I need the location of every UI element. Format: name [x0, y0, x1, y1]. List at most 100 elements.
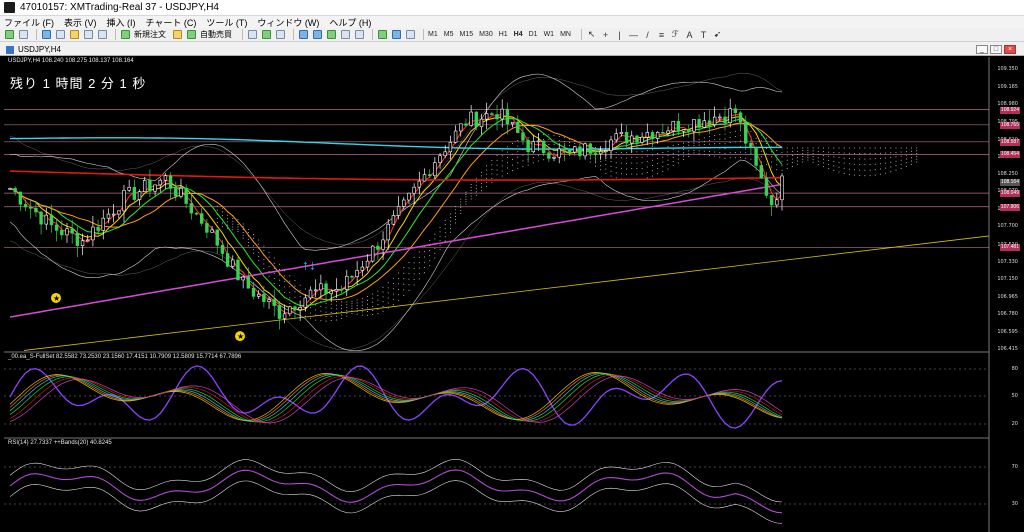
price-chart-svg[interactable]: ★ ★ ↑↓ [4, 57, 1020, 532]
timeframe-h1[interactable]: H1 [499, 31, 508, 38]
cloud-dot [641, 156, 643, 158]
cloud-dot [449, 213, 451, 215]
cloud-dot [734, 157, 736, 159]
cloud-dot [916, 153, 918, 155]
periods-button[interactable] [391, 29, 402, 40]
cloud-dot [278, 263, 280, 265]
menu-view[interactable]: 表示 (V) [64, 16, 97, 29]
cloud-dot [833, 160, 835, 162]
menu-insert[interactable]: 挿入 (I) [107, 16, 136, 29]
cloud-dot [253, 252, 255, 254]
cloud-dot [351, 300, 353, 302]
candle-body [640, 136, 644, 143]
timeframe-mn[interactable]: MN [560, 31, 571, 38]
cloud-dot [253, 234, 255, 236]
zoom-in-button[interactable] [298, 29, 309, 40]
cloud-dot [268, 266, 270, 268]
arrows-tool-button[interactable]: ➹ [712, 29, 723, 40]
cloud-dot [356, 308, 358, 310]
vertical-line-tool-button[interactable]: | [614, 29, 625, 40]
navigator-button[interactable] [69, 29, 80, 40]
cloud-dot [765, 163, 767, 165]
cloud-dot [232, 217, 234, 219]
cloud-dot [802, 158, 804, 160]
cloud-dot [506, 162, 508, 164]
menu-chart[interactable]: チャート (C) [146, 16, 197, 29]
menu-window[interactable]: ウィンドウ (W) [257, 16, 319, 29]
cloud-dot [496, 164, 498, 166]
cloud-dot [398, 277, 400, 279]
cloud-dot [651, 149, 653, 151]
auto-trade-button[interactable] [186, 29, 197, 40]
cloud-dot [869, 147, 871, 149]
templates-button[interactable] [405, 29, 416, 40]
cloud-dot [237, 231, 239, 233]
close-button[interactable]: × [1004, 45, 1016, 54]
market-watch-button[interactable] [41, 29, 52, 40]
chart-shift-button[interactable] [354, 29, 365, 40]
cloud-dot [237, 226, 239, 228]
cloud-dot [708, 139, 710, 141]
cloud-dot [361, 308, 363, 310]
chart-canvas[interactable]: ★ ★ ↑↓ USDJPY,H4 108.240 108.275 108.137 1… [4, 57, 1020, 532]
chart-window-titlebar[interactable]: USDJPY,H4 _ □ × [0, 44, 1024, 56]
cloud-dot [501, 175, 503, 177]
horizontal-line-tool-button[interactable]: — [628, 29, 639, 40]
new-order-label[interactable]: 新規注文 [134, 29, 166, 40]
cloud-dot [786, 167, 788, 169]
new-chart-button[interactable] [4, 29, 15, 40]
candle-body [34, 208, 38, 213]
menu-file[interactable]: ファイル (F) [4, 16, 54, 29]
cloud-dot [253, 248, 255, 250]
tile-windows-button[interactable] [326, 29, 337, 40]
fibo-tool-button[interactable]: ℱ [670, 29, 681, 40]
cursor-tool-button[interactable]: ↖ [586, 29, 597, 40]
timeframe-m5[interactable]: M5 [444, 31, 454, 38]
timeframe-d1[interactable]: D1 [529, 31, 538, 38]
label-tool-button[interactable]: T [698, 29, 709, 40]
terminal-button[interactable] [83, 29, 94, 40]
channel-tool-button[interactable]: ≡ [656, 29, 667, 40]
cloud-dot [341, 311, 343, 313]
timeframe-m1[interactable]: M1 [428, 31, 438, 38]
timeframe-m15[interactable]: M15 [459, 31, 473, 38]
cloud-dot [501, 160, 503, 162]
zoom-out-button[interactable] [312, 29, 323, 40]
crosshair-tool-button[interactable]: + [600, 29, 611, 40]
auto-scroll-button[interactable] [340, 29, 351, 40]
cloud-dot [465, 196, 467, 198]
cloud-dot [626, 152, 628, 154]
line-chart-button[interactable] [275, 29, 286, 40]
cloud-dot [372, 297, 374, 299]
cloud-dot [817, 160, 819, 162]
cloud-dot [693, 145, 695, 147]
new-order-button[interactable] [120, 29, 131, 40]
metaeditor-button[interactable] [172, 29, 183, 40]
cloud-dot [294, 285, 296, 287]
cloud-dot [828, 168, 830, 170]
minimize-button[interactable]: _ [976, 45, 988, 54]
auto-trade-label[interactable]: 自動売買 [200, 29, 232, 40]
data-window-button[interactable] [55, 29, 66, 40]
menu-help[interactable]: ヘルプ (H) [329, 16, 371, 29]
strategy-tester-button[interactable] [97, 29, 108, 40]
toolbar-separator [423, 29, 424, 40]
timeframe-w1[interactable]: W1 [544, 31, 555, 38]
cloud-dot [439, 235, 441, 237]
bar-chart-button[interactable] [247, 29, 258, 40]
indicators-button[interactable] [377, 29, 388, 40]
cloud-dot [367, 296, 369, 298]
maximize-button[interactable]: □ [990, 45, 1002, 54]
cloud-dot [610, 165, 612, 167]
cloud-dot [377, 295, 379, 297]
candle-body [365, 260, 370, 268]
menu-tools[interactable]: ツール (T) [206, 16, 247, 29]
timeframe-m30[interactable]: M30 [479, 31, 493, 38]
profiles-button[interactable] [18, 29, 29, 40]
text-tool-button[interactable]: A [684, 29, 695, 40]
candle-body [350, 275, 354, 278]
candle-body [132, 187, 137, 200]
trendline-tool-button[interactable]: / [642, 29, 653, 40]
candlestick-button[interactable] [261, 29, 272, 40]
timeframe-h4[interactable]: H4 [514, 31, 523, 38]
